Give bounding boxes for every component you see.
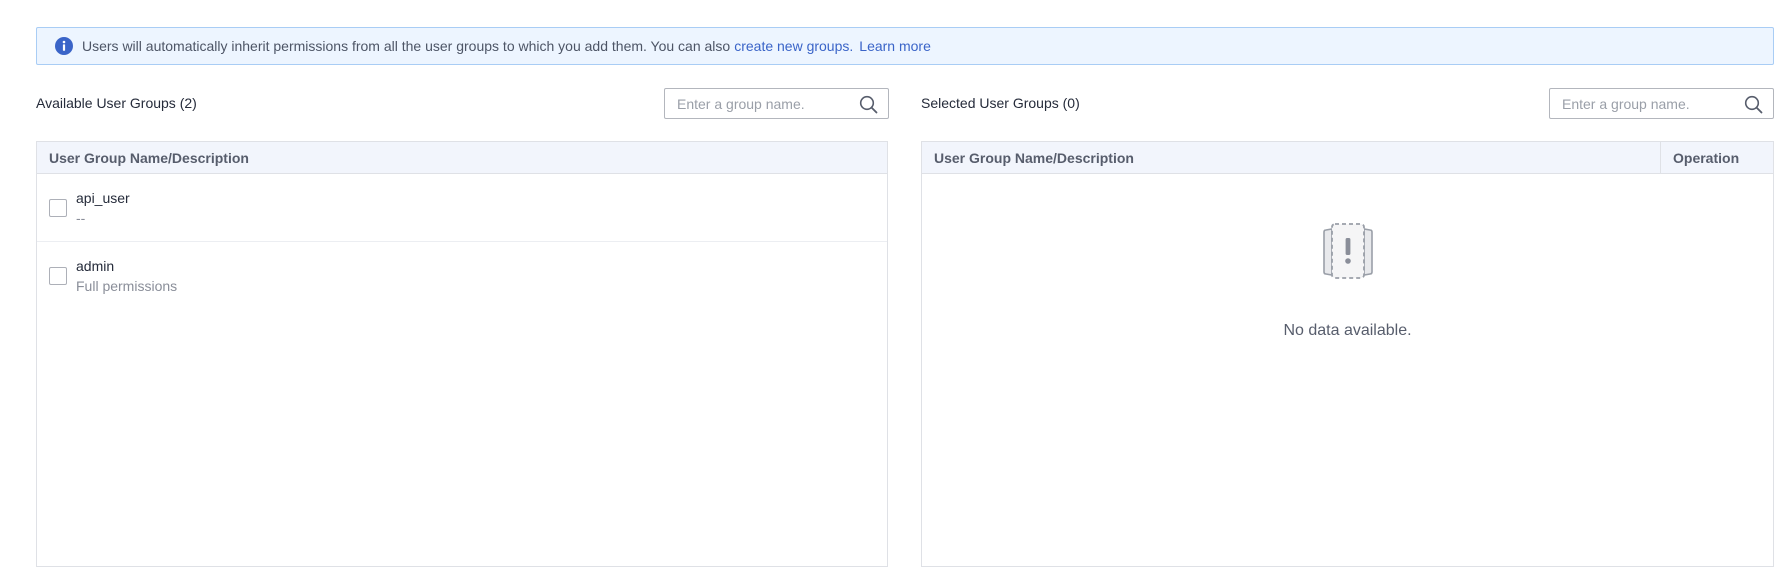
search-icon[interactable] [1744,95,1763,114]
info-banner-text: Users will automatically inherit permiss… [82,38,731,54]
table-row[interactable]: admin Full permissions [37,242,887,310]
group-name: api_user [76,189,130,206]
column-header-name: User Group Name/Description [49,149,249,166]
search-icon[interactable] [859,95,878,114]
info-icon [55,37,73,55]
available-search-input[interactable] [665,89,845,118]
learn-more-link[interactable]: Learn more [859,38,931,54]
available-groups-table: User Group Name/Description api_user -- … [36,141,888,567]
empty-state-text: No data available. [1283,322,1412,339]
row-checkbox[interactable] [49,267,67,285]
column-header-name: User Group Name/Description [934,149,1134,166]
column-header-operation: Operation [1660,141,1773,174]
empty-state: No data available. [922,218,1773,340]
info-banner: Users will automatically inherit permiss… [36,27,1774,65]
table-header: User Group Name/Description Operation [922,141,1773,174]
group-name: admin [76,258,115,274]
row-checkbox[interactable] [49,198,67,217]
available-search-box [664,88,889,119]
available-groups-title: Available User Groups (2) [36,95,197,111]
empty-data-icon [1322,223,1373,279]
group-description: -- [76,209,86,226]
table-row[interactable]: api_user -- [37,174,887,242]
selected-groups-title: Selected User Groups (0) [921,95,1080,111]
selected-groups-table: User Group Name/Description Operation No… [921,141,1774,567]
selected-search-box [1549,88,1774,119]
group-description: Full permissions [76,278,178,294]
selected-search-input[interactable] [1550,89,1730,118]
user-group-assignment: Users will automatically inherit permiss… [0,0,1787,585]
create-new-groups-link[interactable]: create new groups. [734,38,853,54]
table-header: User Group Name/Description [37,142,887,174]
